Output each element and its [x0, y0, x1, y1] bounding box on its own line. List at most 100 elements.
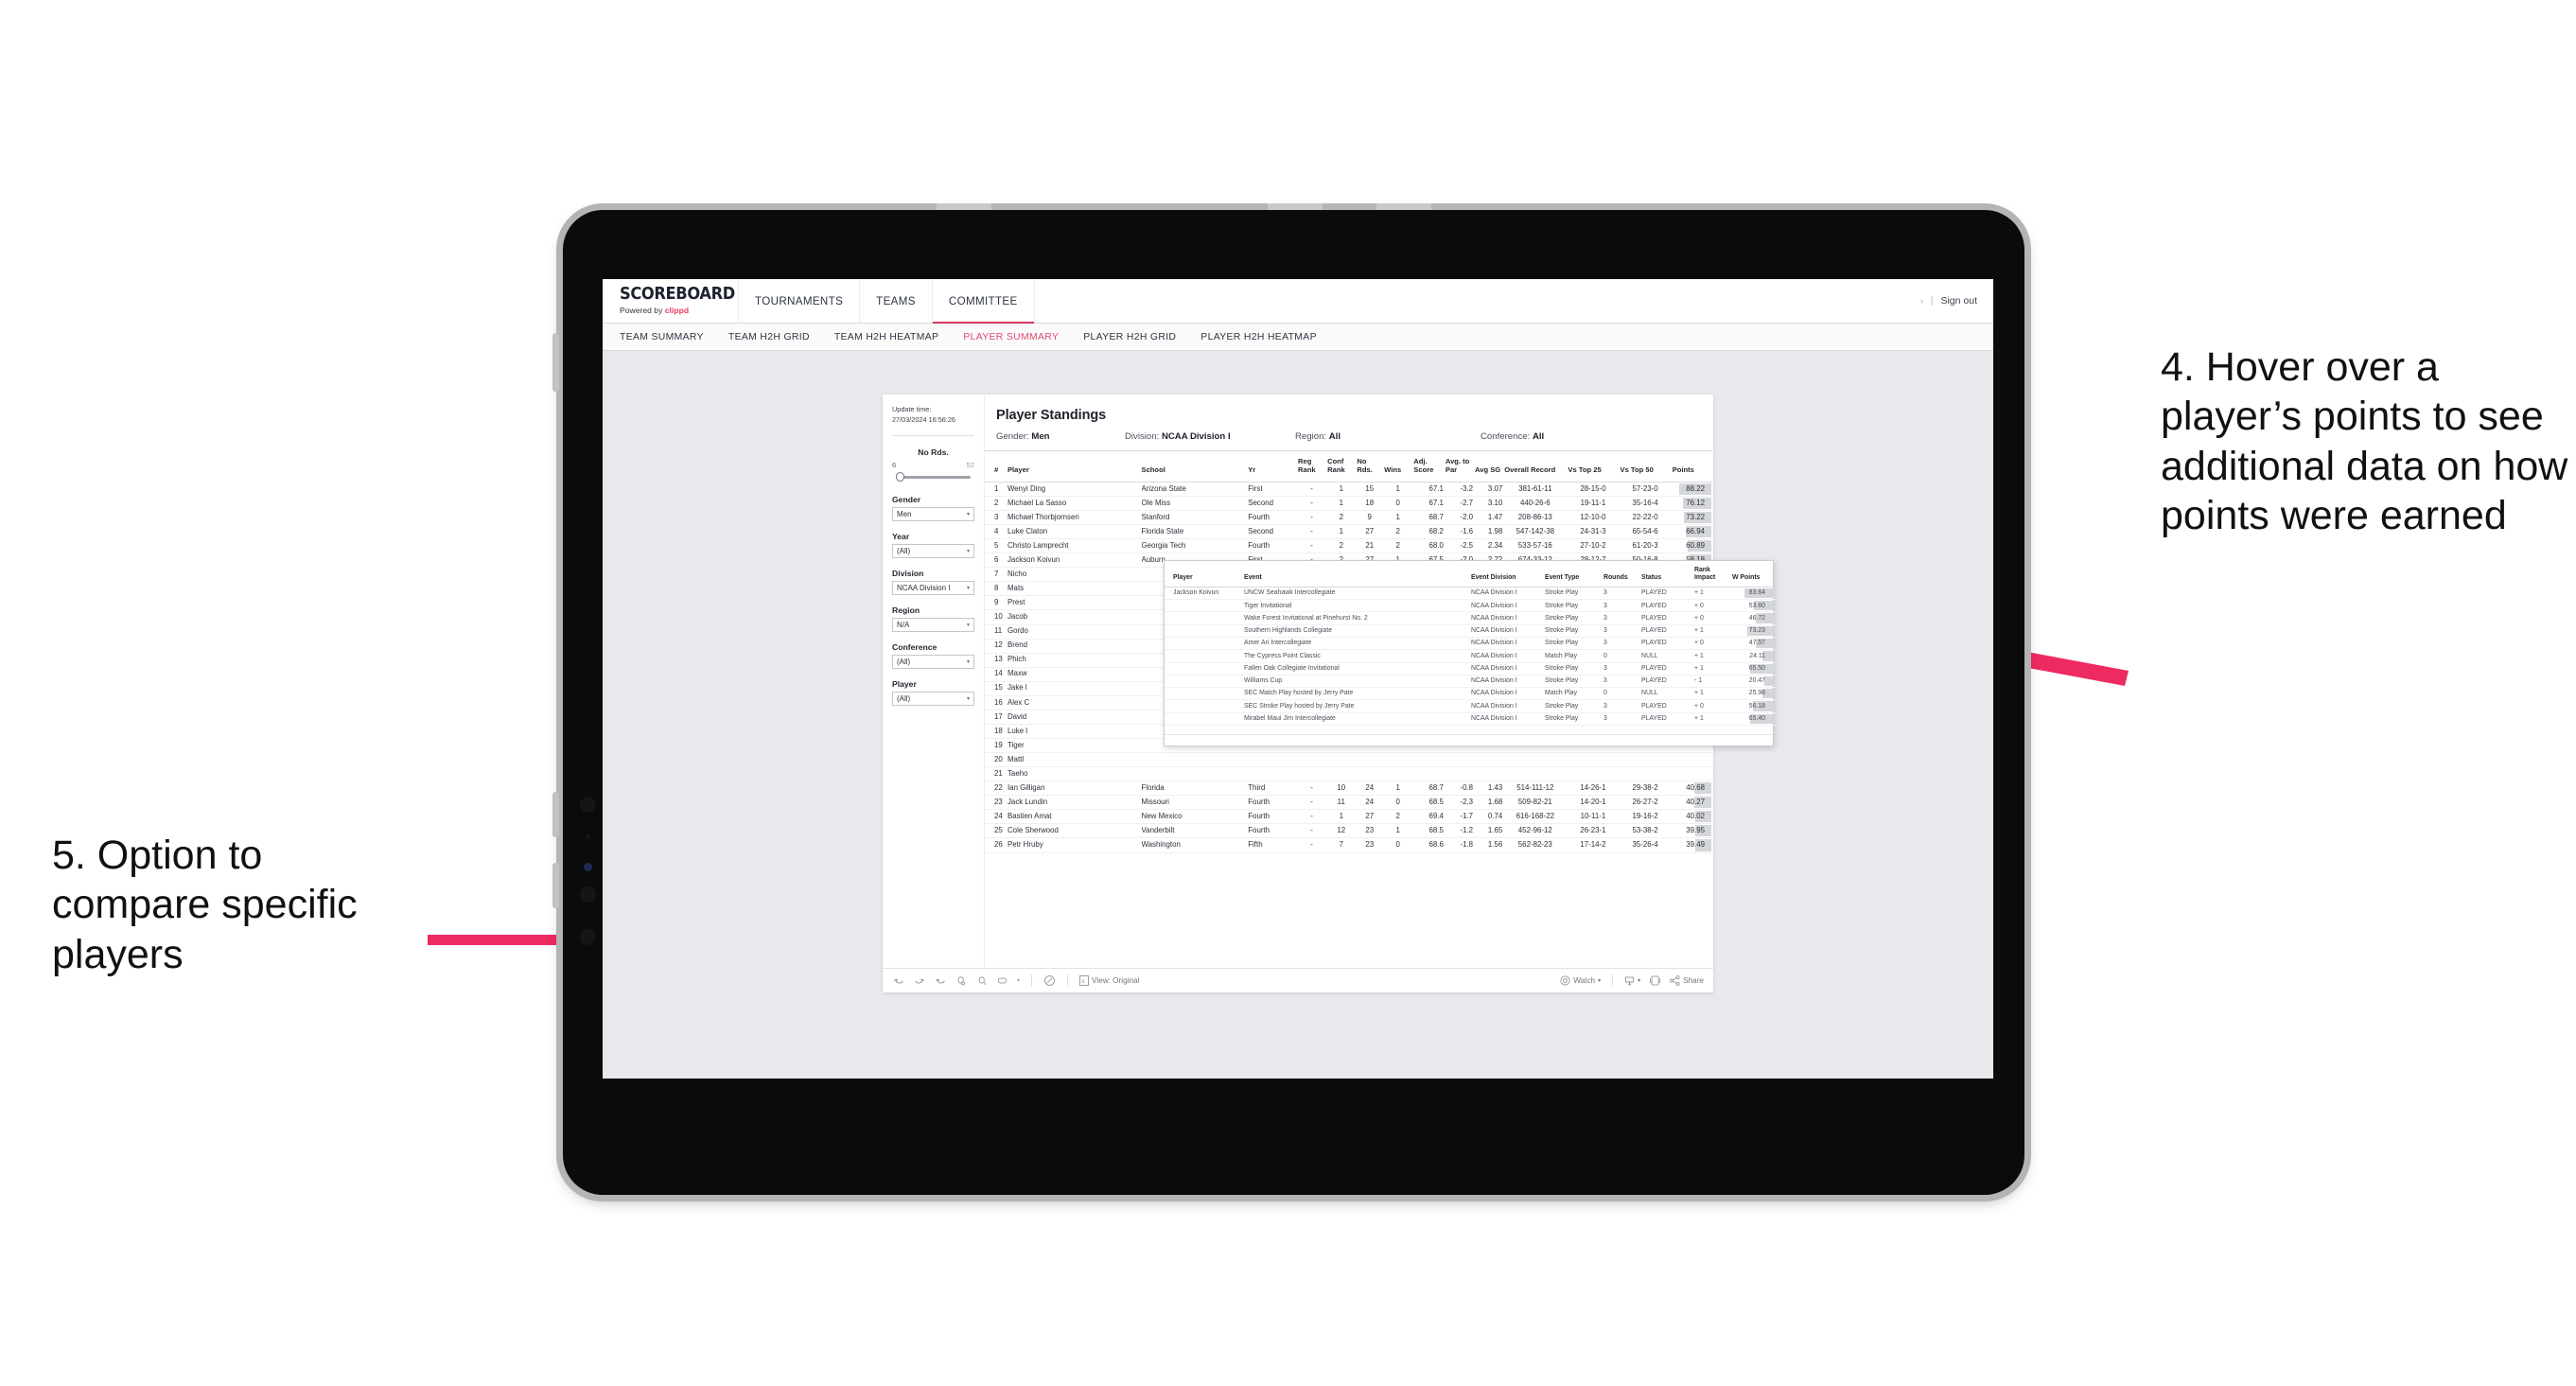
col-points[interactable]: Points: [1672, 451, 1713, 482]
col-reg-rank[interactable]: Reg Rank: [1298, 451, 1328, 482]
col-vs-top-50[interactable]: Vs Top 50: [1620, 451, 1673, 482]
brand-logo[interactable]: SCOREBOARD Powered by clippd: [603, 279, 739, 323]
col-player[interactable]: Player: [1007, 451, 1142, 482]
cell-points[interactable]: 39.95: [1672, 823, 1713, 839]
cell-wins: [1384, 766, 1414, 782]
watch-button[interactable]: Watch ▾: [1560, 975, 1601, 986]
table-row[interactable]: 22 Ian Gilligan Florida Third -10 24 1 68.7 -0.8…: [985, 781, 1713, 797]
volume-up-button[interactable]: [552, 792, 559, 837]
tooltip-cell-status: PLAYED: [1641, 675, 1694, 689]
table-row[interactable]: 25 Cole Sherwood Vanderbilt Fourth -12 23 1 68.…: [985, 823, 1713, 839]
cell-points[interactable]: 76.12: [1672, 496, 1713, 512]
col-year[interactable]: Yr: [1248, 451, 1298, 482]
filter-player-select[interactable]: (All) ▾: [892, 692, 974, 707]
filter-gender-select[interactable]: Men ▾: [892, 507, 974, 522]
nav-item-tournaments[interactable]: TOURNAMENTS: [739, 279, 861, 323]
share-button[interactable]: Share: [1670, 975, 1704, 986]
col-avg-sg[interactable]: Avg SG: [1475, 451, 1505, 482]
cell-adj-score: 68.7: [1413, 510, 1446, 526]
w-points-value: 20.47: [1748, 677, 1765, 685]
tt-col-player: Player: [1165, 561, 1244, 588]
tooltip-row: Jackson Koivun UNCW Seahawk Intercollegia…: [1165, 587, 1776, 601]
col-vs-top-25[interactable]: Vs Top 25: [1568, 451, 1621, 482]
tooltip-cell-rounds: 3: [1603, 712, 1641, 726]
filter-year-select[interactable]: (All) ▾: [892, 544, 974, 559]
pause-icon[interactable]: [1043, 974, 1056, 987]
cell-points[interactable]: 73.22: [1672, 510, 1713, 526]
tab-team-h2h-heatmap[interactable]: TEAM H2H HEATMAP: [834, 332, 938, 342]
redo-icon[interactable]: [913, 974, 925, 987]
tab-team-h2h-grid[interactable]: TEAM H2H GRID: [728, 332, 810, 342]
cell-points[interactable]: 40.27: [1672, 795, 1713, 811]
nav-item-teams[interactable]: TEAMS: [860, 279, 933, 323]
table-header-row: # Player School Yr Reg Rank Conf Rank No…: [985, 451, 1713, 482]
col-no-rds[interactable]: No Rds.: [1357, 451, 1385, 482]
table-row[interactable]: 3 Michael Thorbjornsen Stanford Fourth -2 9 1 6…: [985, 510, 1713, 526]
cell-reg-rank: [1298, 766, 1328, 782]
fullscreen-icon[interactable]: [1649, 974, 1661, 987]
pause-auto-update-icon[interactable]: [975, 974, 988, 987]
col-avg-to-par[interactable]: Avg. to Par: [1445, 451, 1476, 482]
refresh-icon[interactable]: [955, 974, 967, 987]
col-conf-rank[interactable]: Conf Rank: [1327, 451, 1358, 482]
filter-division-select[interactable]: NCAA Division I ▾: [892, 581, 974, 596]
filter-conference-select[interactable]: (All) ▾: [892, 655, 974, 670]
table-row[interactable]: 20 Mattl: [985, 752, 1713, 768]
cell-points[interactable]: [1672, 766, 1713, 782]
table-row[interactable]: 2 Michael La Sasso Ole Miss Second -1 18 0 67.1…: [985, 496, 1713, 512]
cell-vs-top-25: 14-26-1: [1568, 781, 1621, 797]
cell-points[interactable]: [1672, 752, 1713, 768]
cell-year: Fifth: [1248, 837, 1298, 853]
cell-points[interactable]: 39.49: [1672, 837, 1713, 853]
revert-icon[interactable]: [934, 974, 946, 987]
cell-points[interactable]: 40.02: [1672, 809, 1713, 825]
chevron-down-icon: ▾: [966, 512, 970, 518]
col-rank[interactable]: #: [985, 451, 1008, 482]
slider-max-value: 52: [966, 461, 974, 470]
device-layout-icon[interactable]: [996, 974, 1008, 987]
tooltip-cell-rank-impact: + 1: [1694, 662, 1732, 675]
chevron-right-icon[interactable]: ›: [1920, 297, 1923, 306]
cell-points[interactable]: 88.22: [1672, 482, 1713, 497]
table-row[interactable]: 26 Petr Hruby Washington Fifth -7 23 0 68.6 -1.8…: [985, 837, 1713, 853]
cell-points[interactable]: 60.89: [1672, 538, 1713, 554]
annotation-right-text: 4. Hover over a player’s points to see a…: [2161, 344, 2568, 539]
cell-wins: 0: [1384, 795, 1414, 811]
col-adj-score[interactable]: Adj. Score: [1413, 451, 1446, 482]
download-button[interactable]: ▾: [1624, 975, 1640, 986]
tab-player-h2h-heatmap[interactable]: PLAYER H2H HEATMAP: [1200, 332, 1317, 342]
cell-points[interactable]: 66.94: [1672, 524, 1713, 540]
cell-points[interactable]: 40.68: [1672, 781, 1713, 797]
chevron-down-icon[interactable]: ▾: [1017, 977, 1020, 984]
cell-year: Fourth: [1248, 809, 1298, 825]
tooltip-cell-type: Stroke Play: [1545, 712, 1603, 726]
cell-school: [1141, 766, 1249, 782]
table-row[interactable]: 4 Luke Claton Florida State Second -1 27 2 68.2…: [985, 524, 1713, 540]
view-original-button[interactable]: a View: Original: [1079, 975, 1139, 986]
w-points-value: 46.72: [1748, 614, 1765, 622]
power-button[interactable]: [552, 333, 559, 392]
table-row[interactable]: 5 Christo Lamprecht Georgia Tech Fourth -2 21…: [985, 538, 1713, 554]
table-row[interactable]: 23 Jack Lundin Missouri Fourth -11 24 0 68.5 -2.…: [985, 795, 1713, 811]
tooltip-cell-player: [1165, 662, 1244, 675]
nav-item-committee[interactable]: COMMITTEE: [932, 279, 1035, 324]
table-row[interactable]: 24 Bastien Amat New Mexico Fourth -1 27 2 69.4-…: [985, 809, 1713, 825]
tooltip-cell-rounds: 3: [1603, 662, 1641, 675]
tab-player-summary[interactable]: PLAYER SUMMARY: [963, 332, 1059, 342]
volume-down-button[interactable]: [552, 863, 559, 908]
undo-icon[interactable]: [892, 974, 904, 987]
slider-handle[interactable]: [896, 472, 904, 482]
filter-region-select[interactable]: N/A ▾: [892, 618, 974, 633]
table-row[interactable]: 21 Taeho: [985, 766, 1713, 782]
cell-school: [1141, 752, 1249, 768]
table-row[interactable]: 1 Wenyi Ding Arizona State First -1 15 1 67.1 -3…: [985, 482, 1713, 497]
tab-player-h2h-grid[interactable]: PLAYER H2H GRID: [1083, 332, 1176, 342]
col-wins[interactable]: Wins: [1384, 451, 1414, 482]
cell-vs-top-50: 19-16-2: [1620, 809, 1673, 825]
no-rounds-slider[interactable]: [896, 471, 971, 482]
tab-team-summary[interactable]: TEAM SUMMARY: [620, 332, 704, 342]
col-overall-record[interactable]: Overall Record: [1504, 451, 1568, 482]
cell-avg-to-par: -1.8: [1445, 837, 1476, 853]
col-school[interactable]: School: [1141, 451, 1249, 482]
sign-out-link[interactable]: Sign out: [1940, 295, 1977, 307]
